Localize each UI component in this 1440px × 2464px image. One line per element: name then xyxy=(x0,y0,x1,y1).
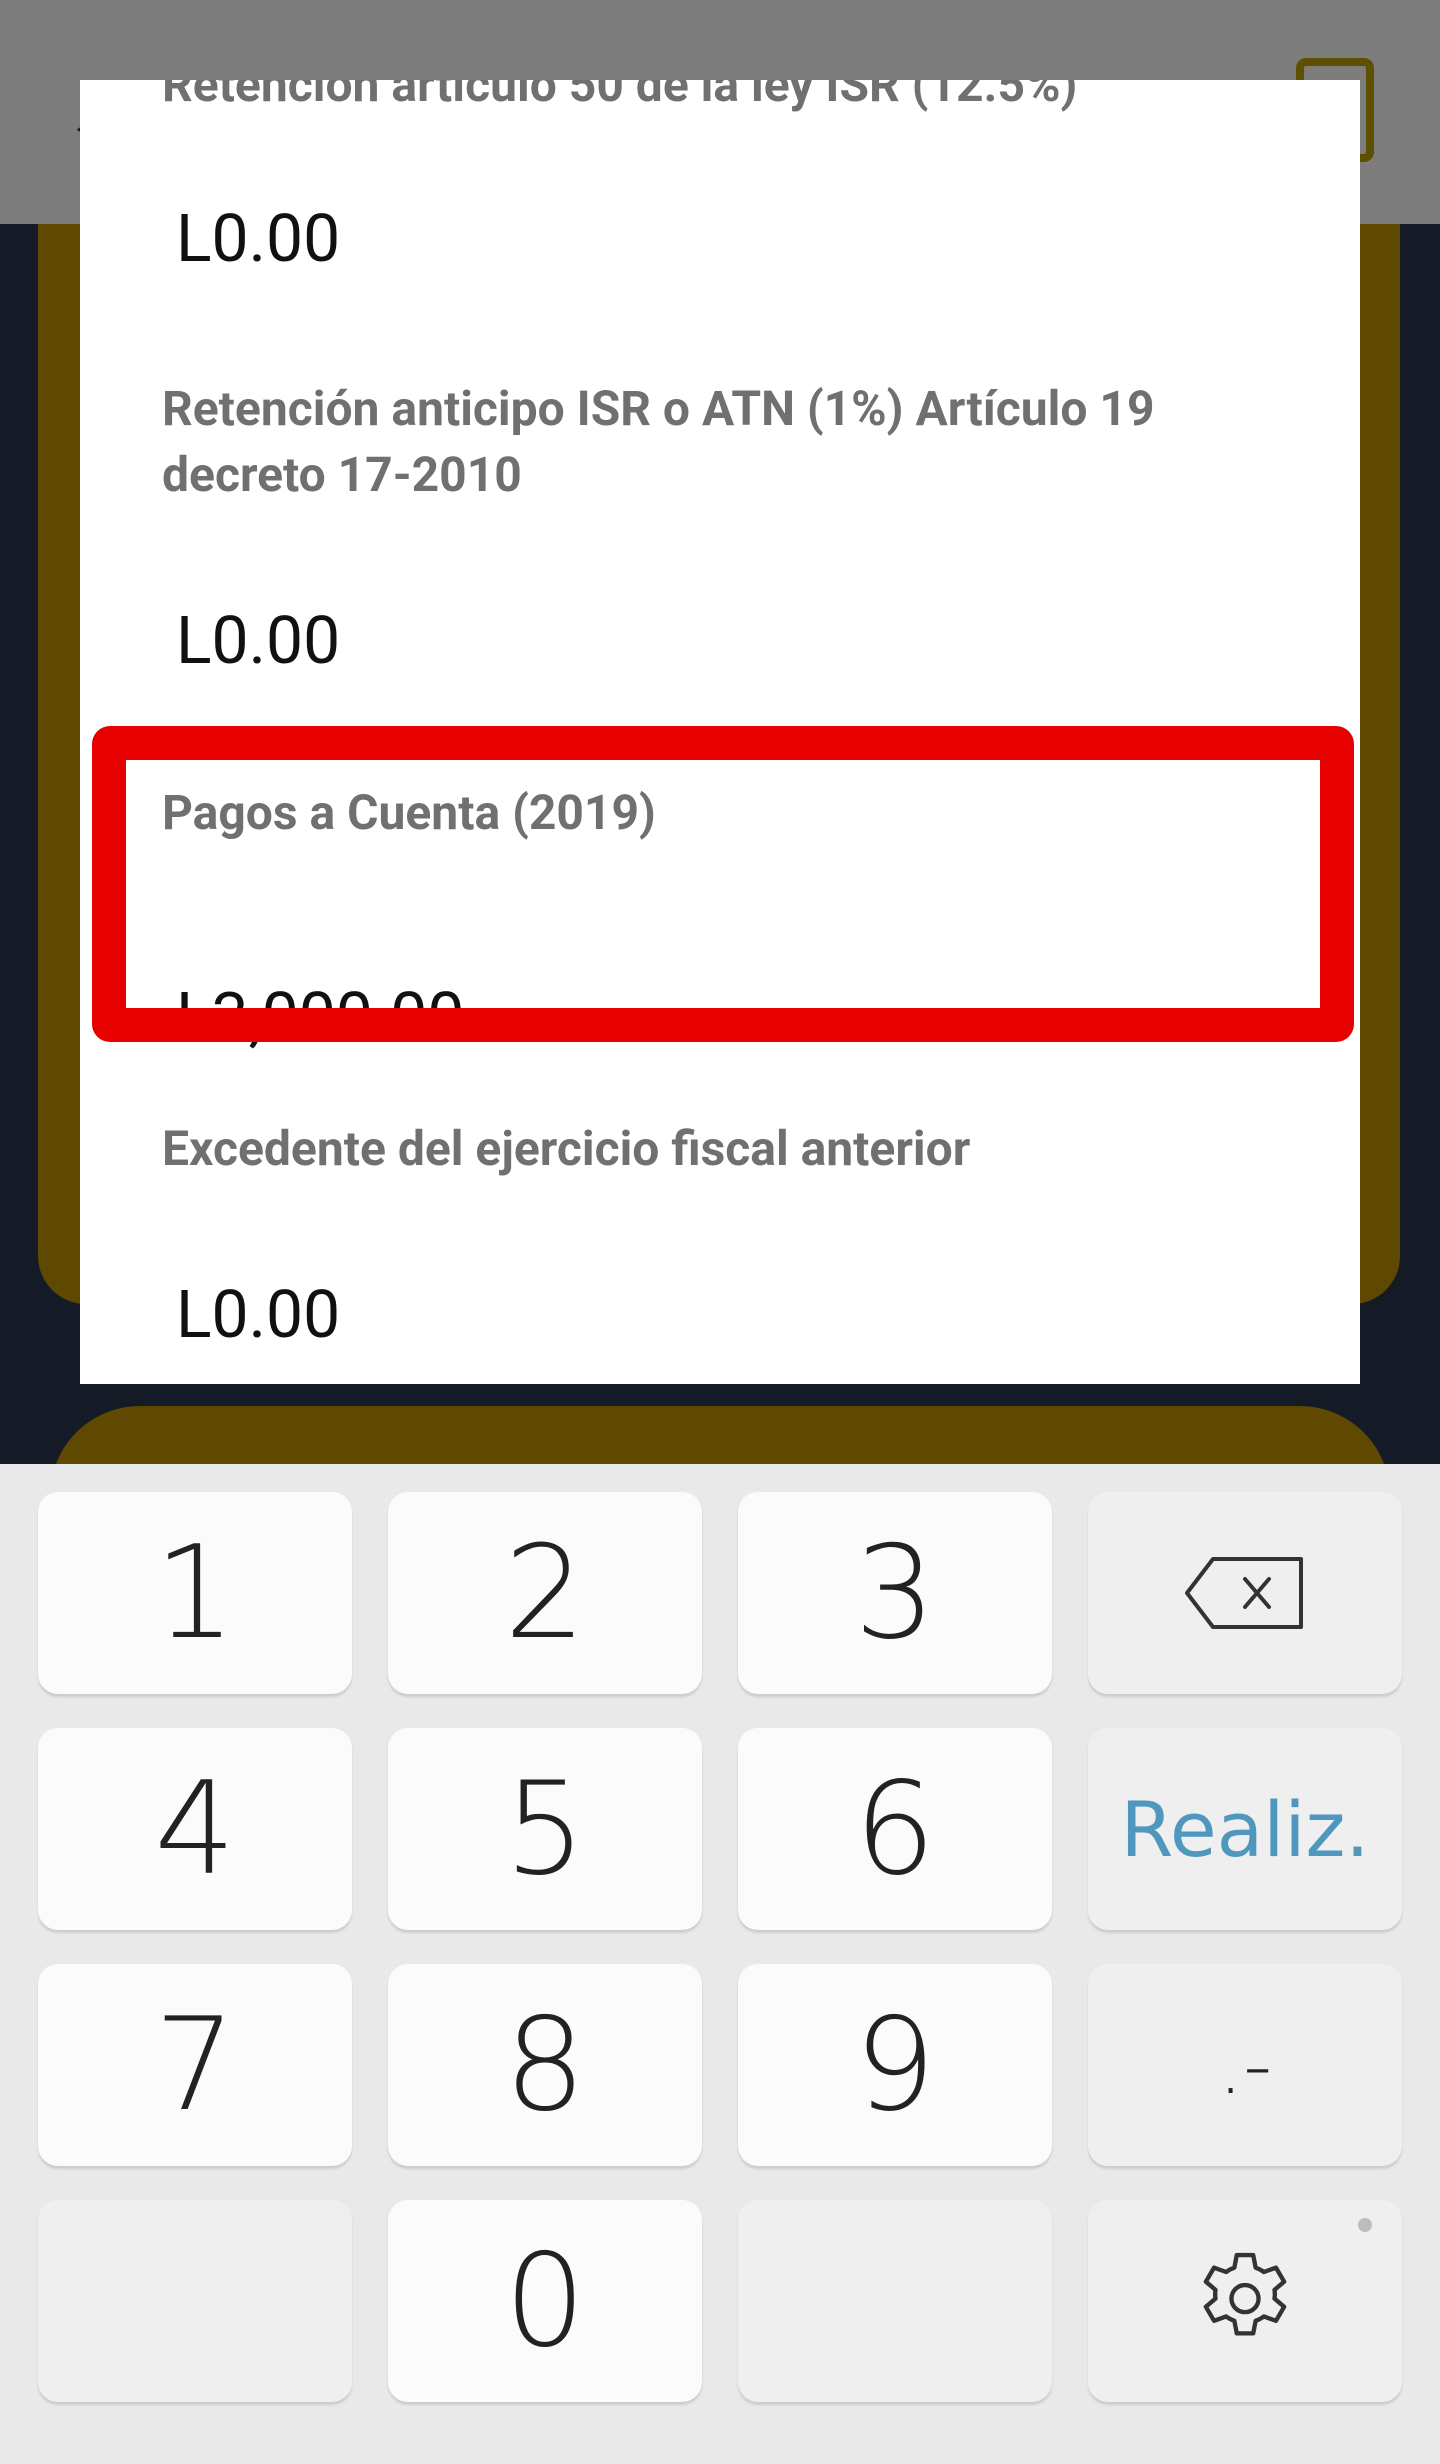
field-value[interactable]: L0.00 xyxy=(176,602,340,682)
field-label: Retención artículo 50 de la ley ISR (12.… xyxy=(162,80,1078,113)
key-7[interactable]: 7 xyxy=(38,1964,352,2166)
backspace-icon xyxy=(1185,1557,1303,1629)
punctuation-key[interactable]: .- xyxy=(1088,1964,1402,2166)
key-9[interactable]: 9 xyxy=(738,1964,1052,2166)
withholdings-dialog: Retención artículo 50 de la ley ISR (12.… xyxy=(80,80,1360,1384)
backspace-key[interactable] xyxy=(1088,1492,1402,1694)
key-6[interactable]: 6 xyxy=(738,1728,1052,1930)
settings-key[interactable] xyxy=(1088,2200,1402,2402)
key-1[interactable]: 1 xyxy=(38,1492,352,1694)
gear-icon xyxy=(1203,2252,1287,2336)
field-label: Retención anticipo ISR o ATN (1%) Artícu… xyxy=(162,380,1155,503)
indicator-dot xyxy=(1358,2218,1372,2232)
empty-key-right xyxy=(738,2200,1052,2402)
key-0[interactable]: 0 xyxy=(388,2200,702,2402)
key-2[interactable]: 2 xyxy=(388,1492,702,1694)
key-3[interactable]: 3 xyxy=(738,1492,1052,1694)
empty-key-left xyxy=(38,2200,352,2402)
field-value[interactable]: L3,000.00 xyxy=(176,978,465,1058)
field-value[interactable]: L0.00 xyxy=(176,200,340,280)
field-label: Excedente del ejercicio fiscal anterior xyxy=(162,1120,971,1177)
field-value[interactable]: L0.00 xyxy=(176,1276,340,1356)
key-4[interactable]: 4 xyxy=(38,1728,352,1930)
done-key[interactable]: Realiz. xyxy=(1088,1728,1402,1930)
field-label: Pagos a Cuenta (2019) xyxy=(162,784,656,841)
key-8[interactable]: 8 xyxy=(388,1964,702,2166)
numeric-keyboard: 1 2 3 4 5 6 Realiz. 7 8 9 .- 0 xyxy=(0,1464,1440,2464)
key-5[interactable]: 5 xyxy=(388,1728,702,1930)
